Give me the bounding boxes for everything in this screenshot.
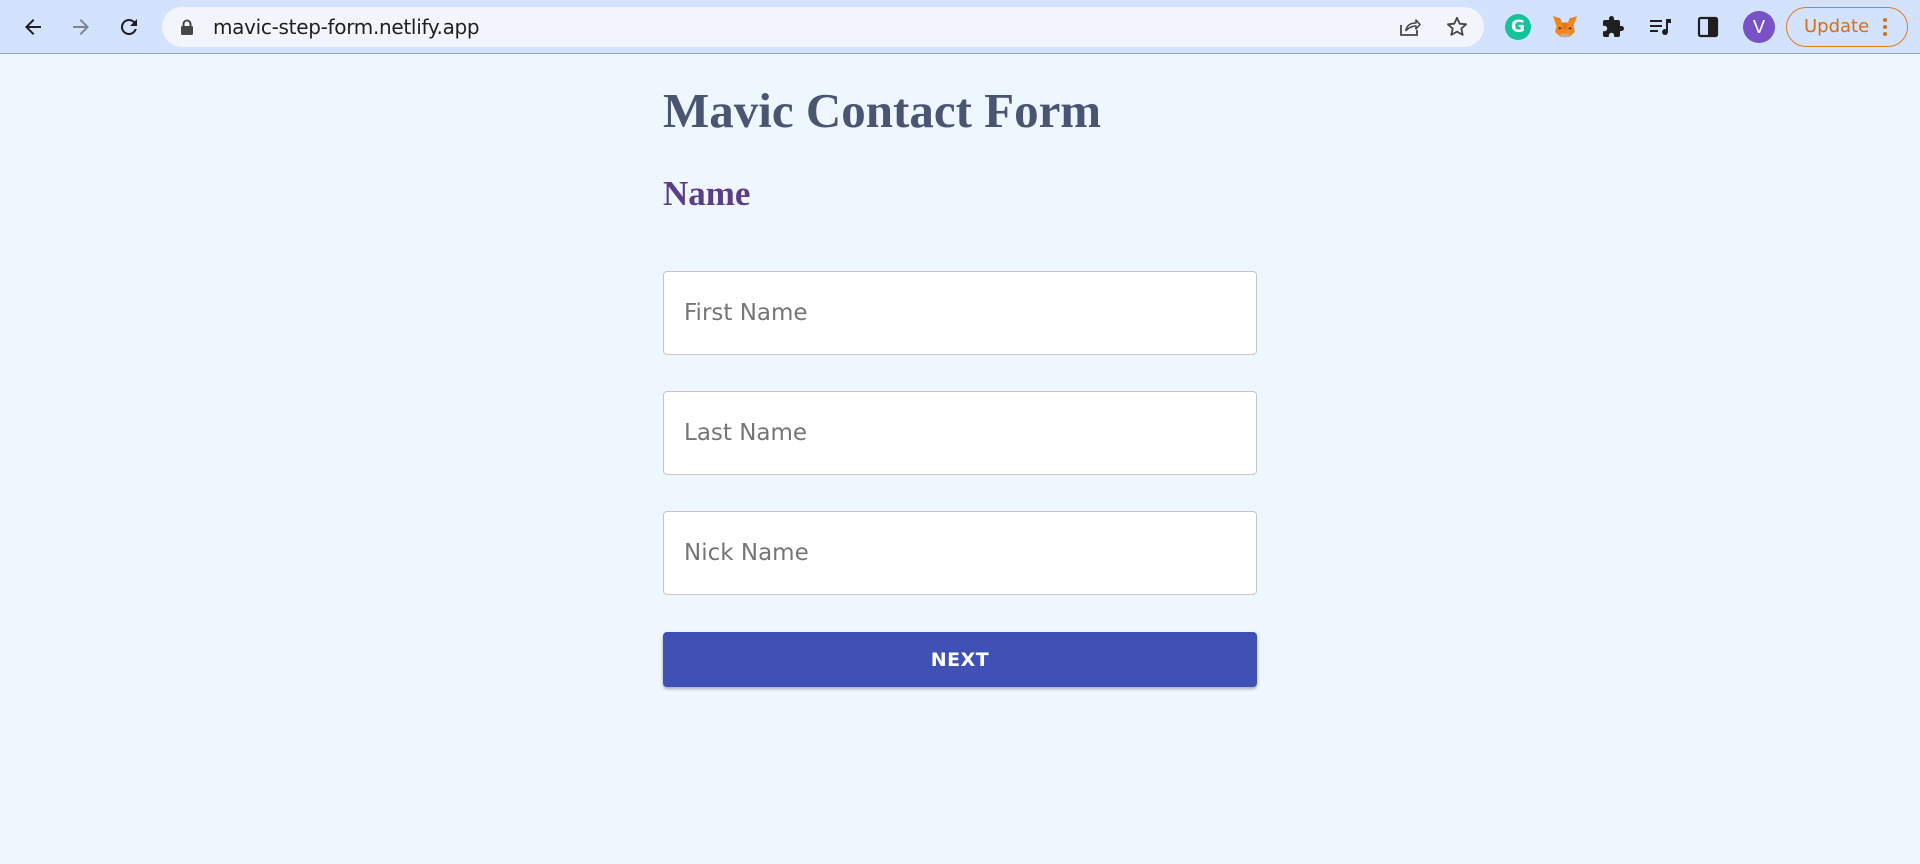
reading-list-icon	[1650, 19, 1671, 36]
next-button[interactable]: NEXT	[663, 632, 1257, 687]
side-panel-button[interactable]	[1694, 13, 1722, 41]
first-name-input[interactable]	[663, 271, 1257, 355]
side-panel-icon	[1697, 16, 1719, 38]
forward-arrow-icon	[73, 19, 89, 35]
update-label: Update	[1804, 16, 1870, 37]
url-text[interactable]: mavic-step-form.netlify.app	[213, 7, 480, 47]
star-icon[interactable]	[1445, 15, 1469, 39]
profile-avatar[interactable]: V	[1743, 11, 1775, 43]
grammarly-extension[interactable]: G	[1504, 13, 1532, 41]
reading-list-button[interactable]	[1646, 13, 1674, 41]
lock-icon	[181, 19, 193, 35]
step-title: Name	[663, 174, 751, 213]
avatar-letter: V	[1752, 16, 1766, 38]
back-button[interactable]	[13, 7, 53, 47]
menu-dots-icon	[1883, 18, 1887, 39]
nick-name-input[interactable]	[663, 511, 1257, 595]
address-bar[interactable]: mavic-step-form.netlify.app	[162, 7, 1484, 47]
reload-icon	[120, 18, 137, 35]
update-button[interactable]: Update	[1786, 7, 1908, 47]
browser-toolbar: mavic-step-form.netlify.app G V Update	[0, 0, 1920, 54]
forward-button[interactable]	[61, 7, 101, 47]
grammarly-icon: G	[1505, 14, 1531, 40]
page-title: Mavic Contact Form	[663, 83, 1102, 138]
metamask-extension[interactable]	[1551, 13, 1579, 41]
share-icon[interactable]	[1398, 15, 1422, 39]
extensions-button[interactable]	[1599, 13, 1627, 41]
puzzle-extensions-icon	[1603, 16, 1624, 37]
last-name-input[interactable]	[663, 391, 1257, 475]
reload-button[interactable]	[109, 7, 149, 47]
back-arrow-icon	[25, 19, 41, 35]
metamask-fox-icon	[1553, 16, 1577, 38]
